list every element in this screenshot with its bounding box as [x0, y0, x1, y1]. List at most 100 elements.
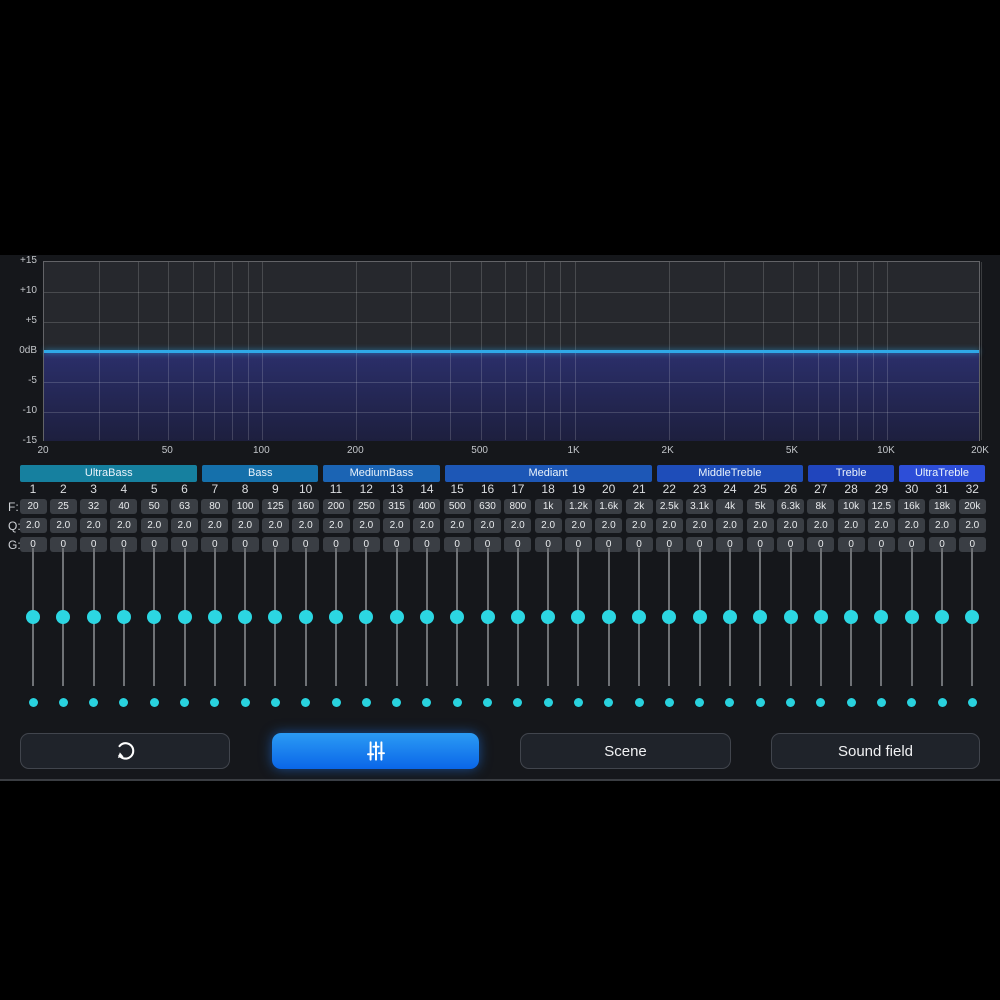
f-value[interactable]: 800 [504, 499, 532, 514]
f-value[interactable]: 5k [746, 499, 774, 514]
f-value[interactable]: 500 [443, 499, 471, 514]
f-value[interactable]: 18k [928, 499, 956, 514]
q-value[interactable]: 2.0 [867, 518, 895, 533]
f-value[interactable]: 400 [413, 499, 441, 514]
f-value[interactable]: 100 [231, 499, 259, 514]
f-value[interactable]: 125 [261, 499, 289, 514]
f-value[interactable]: 40 [110, 499, 138, 514]
q-value[interactable]: 2.0 [80, 518, 108, 533]
gain-slider-knob[interactable] [26, 610, 40, 624]
f-value[interactable]: 12.5 [867, 499, 895, 514]
gain-slider-knob[interactable] [904, 610, 919, 624]
gain-slider-knob[interactable] [510, 610, 525, 624]
q-value[interactable]: 2.0 [292, 518, 320, 533]
f-value[interactable]: 160 [292, 499, 320, 514]
f-value[interactable]: 1.6k [595, 499, 623, 514]
f-value[interactable]: 25 [49, 499, 77, 514]
q-value[interactable]: 2.0 [49, 518, 77, 533]
q-value[interactable]: 2.0 [716, 518, 744, 533]
gain-slider-knob[interactable] [874, 610, 889, 624]
f-value[interactable]: 32 [80, 499, 108, 514]
f-value[interactable]: 20 [19, 499, 47, 514]
scene-button[interactable]: Scene [520, 733, 731, 769]
f-value[interactable]: 10k [837, 499, 865, 514]
f-value[interactable]: 8k [807, 499, 835, 514]
gain-slider-knob[interactable] [389, 610, 404, 624]
f-value[interactable]: 16k [898, 499, 926, 514]
q-value[interactable]: 2.0 [474, 518, 501, 533]
gain-slider-knob[interactable] [177, 610, 192, 624]
q-value[interactable]: 2.0 [595, 518, 623, 533]
gain-slider-knob[interactable] [419, 610, 434, 624]
q-value[interactable]: 2.0 [958, 518, 986, 533]
q-value[interactable]: 2.0 [110, 518, 138, 533]
gain-slider-knob[interactable] [632, 610, 646, 624]
q-value[interactable]: 2.0 [655, 518, 683, 533]
q-value[interactable]: 2.0 [352, 518, 380, 533]
q-value[interactable]: 2.0 [383, 518, 411, 533]
q-value[interactable]: 2.0 [807, 518, 835, 533]
q-value[interactable]: 2.0 [837, 518, 865, 533]
q-value[interactable]: 2.0 [534, 518, 562, 533]
f-value[interactable]: 200 [322, 499, 350, 514]
f-value[interactable]: 250 [352, 499, 380, 514]
gain-slider-knob[interactable] [541, 610, 556, 624]
f-value[interactable]: 1.2k [564, 499, 592, 514]
q-value[interactable]: 2.0 [19, 518, 47, 533]
gain-slider-knob[interactable] [450, 610, 465, 624]
q-value[interactable]: 2.0 [443, 518, 471, 533]
f-value[interactable]: 63 [171, 499, 198, 514]
f-value[interactable]: 4k [716, 499, 744, 514]
f-value[interactable]: 315 [383, 499, 411, 514]
gain-slider-knob[interactable] [571, 610, 586, 624]
gain-slider-knob[interactable] [207, 610, 222, 624]
gain-slider-knob[interactable] [268, 610, 283, 624]
q-value[interactable]: 2.0 [413, 518, 441, 533]
q-value[interactable]: 2.0 [231, 518, 259, 533]
gain-slider-knob[interactable] [86, 610, 101, 624]
equalizer-button[interactable] [272, 733, 479, 769]
gain-slider-knob[interactable] [722, 610, 737, 624]
q-value[interactable]: 2.0 [746, 518, 774, 533]
gain-slider-knob[interactable] [692, 610, 707, 624]
gain-slider-knob[interactable] [813, 610, 828, 624]
gain-slider-knob[interactable] [965, 610, 980, 624]
gain-slider-knob[interactable] [238, 610, 253, 624]
gain-slider-knob[interactable] [935, 610, 949, 624]
q-value[interactable]: 2.0 [564, 518, 592, 533]
f-value[interactable]: 1k [534, 499, 562, 514]
q-value[interactable]: 2.0 [625, 518, 653, 533]
q-value[interactable]: 2.0 [686, 518, 714, 533]
q-value[interactable]: 2.0 [201, 518, 229, 533]
f-value[interactable]: 3.1k [686, 499, 714, 514]
reset-button[interactable] [20, 733, 230, 769]
gain-slider-knob[interactable] [480, 610, 495, 624]
gain-slider-knob[interactable] [116, 610, 131, 624]
gain-slider-knob[interactable] [844, 610, 859, 624]
gain-slider-knob[interactable] [329, 610, 343, 624]
q-value[interactable]: 2.0 [504, 518, 532, 533]
q-value[interactable]: 2.0 [928, 518, 956, 533]
gain-slider-knob[interactable] [56, 610, 71, 624]
gain-slider-knob[interactable] [753, 610, 768, 624]
gain-slider-knob[interactable] [601, 610, 616, 624]
gain-slider-knob[interactable] [298, 610, 313, 624]
q-value[interactable]: 2.0 [898, 518, 926, 533]
f-value[interactable]: 20k [958, 499, 986, 514]
gain-slider-knob[interactable] [359, 610, 374, 624]
f-value[interactable]: 80 [201, 499, 229, 514]
sound-field-button[interactable]: Sound field [771, 733, 980, 769]
f-value[interactable]: 630 [474, 499, 501, 514]
f-value[interactable]: 50 [140, 499, 168, 514]
q-value[interactable]: 2.0 [322, 518, 350, 533]
q-value[interactable]: 2.0 [261, 518, 289, 533]
gain-slider-knob[interactable] [662, 610, 677, 624]
gain-slider-knob[interactable] [783, 610, 798, 624]
f-value[interactable]: 2.5k [655, 499, 683, 514]
gain-slider-knob[interactable] [147, 610, 162, 624]
q-value[interactable]: 2.0 [777, 518, 804, 533]
f-value[interactable]: 6.3k [777, 499, 804, 514]
q-value[interactable]: 2.0 [140, 518, 168, 533]
f-value[interactable]: 2k [625, 499, 653, 514]
q-value[interactable]: 2.0 [171, 518, 198, 533]
